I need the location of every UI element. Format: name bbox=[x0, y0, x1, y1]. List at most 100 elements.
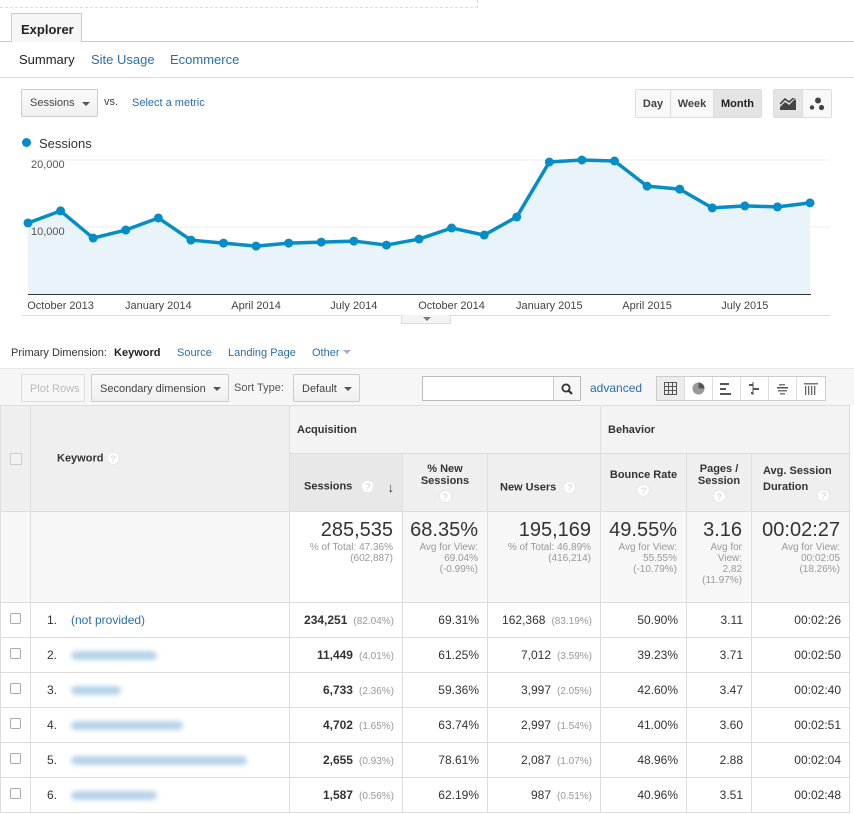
data-point[interactable] bbox=[316, 237, 326, 247]
row-index: 1. bbox=[47, 613, 58, 627]
day-button[interactable]: Day bbox=[636, 90, 671, 117]
tab-explorer[interactable]: Explorer bbox=[11, 13, 82, 42]
help-icon[interactable]: ? bbox=[817, 488, 831, 502]
keyword-cell: 2. bbox=[30, 637, 290, 673]
primary-dimension-other[interactable]: Other bbox=[312, 347, 351, 359]
primary-dimension-landing-page[interactable]: Landing Page bbox=[228, 347, 296, 359]
row-select-cell bbox=[0, 672, 31, 708]
row-checkbox[interactable] bbox=[10, 788, 21, 799]
subtab-bar: Summary Site Usage Ecommerce bbox=[0, 42, 854, 78]
line-chart-button[interactable] bbox=[774, 90, 803, 117]
secondary-dimension-dropdown[interactable]: Secondary dimension bbox=[91, 374, 229, 402]
data-point[interactable] bbox=[381, 240, 391, 250]
sessions-header[interactable]: Sessions ? ↓ bbox=[289, 453, 403, 512]
sort-type-dropdown[interactable]: Default bbox=[293, 374, 360, 402]
chart-collapse-toggle[interactable] bbox=[401, 315, 451, 324]
keyword-link[interactable]: (not provided) bbox=[71, 613, 145, 627]
new-users-header[interactable]: New Users ? bbox=[486, 453, 602, 512]
data-point[interactable] bbox=[675, 184, 685, 194]
help-icon[interactable]: ? bbox=[106, 452, 120, 465]
duration-cell: 00:02:48 bbox=[751, 777, 851, 813]
total-new-users: 195,169 % of Total: 46.89% (416,214) bbox=[486, 511, 602, 603]
row-checkbox[interactable] bbox=[10, 753, 21, 764]
data-point[interactable] bbox=[414, 234, 424, 244]
row-checkbox[interactable] bbox=[10, 613, 21, 624]
week-button[interactable]: Week bbox=[671, 90, 714, 117]
new-users-cell: 2,997 (1.54%) bbox=[486, 707, 602, 743]
bounce-cell: 50.90% bbox=[600, 602, 688, 638]
primary-dimension-source[interactable]: Source bbox=[177, 347, 212, 359]
row-index: 6. bbox=[47, 788, 58, 802]
data-point[interactable] bbox=[772, 202, 782, 212]
row-checkbox[interactable] bbox=[10, 718, 21, 729]
data-point[interactable] bbox=[121, 225, 131, 235]
table-search-input[interactable] bbox=[422, 376, 581, 401]
data-point[interactable] bbox=[284, 238, 294, 248]
performance-view-icon bbox=[720, 382, 731, 395]
data-point[interactable] bbox=[577, 155, 587, 165]
sessions-pct: (0.56%) bbox=[358, 791, 394, 802]
help-icon[interactable]: ? bbox=[712, 489, 726, 503]
data-point[interactable] bbox=[88, 233, 98, 243]
data-point[interactable] bbox=[512, 212, 522, 222]
pages-session-header[interactable]: Pages / Session? bbox=[686, 453, 753, 512]
new-users-pct: (3.59%) bbox=[557, 651, 593, 662]
select-metric-link[interactable]: Select a metric bbox=[132, 97, 205, 109]
data-point[interactable] bbox=[805, 198, 815, 208]
help-icon[interactable]: ? bbox=[637, 484, 651, 497]
help-icon[interactable]: ? bbox=[361, 480, 375, 493]
plot-rows-button[interactable]: Plot Rows bbox=[21, 374, 85, 402]
data-point[interactable] bbox=[544, 157, 554, 167]
keyword-link-redacted[interactable] bbox=[71, 651, 157, 661]
acquisition-group-header: Acquisition bbox=[288, 405, 602, 454]
table-view-button[interactable] bbox=[657, 377, 685, 400]
subtab-summary[interactable]: Summary bbox=[19, 52, 75, 67]
help-icon[interactable]: ? bbox=[563, 481, 577, 494]
keyword-header[interactable]: Keyword ? bbox=[30, 405, 290, 512]
pct-new-sessions-header[interactable]: % New Sessions? bbox=[402, 453, 488, 512]
avg-duration-header[interactable]: Avg. Session Duration ? bbox=[751, 453, 851, 512]
bounce-rate-header[interactable]: Bounce Rate? bbox=[600, 453, 688, 512]
data-point[interactable] bbox=[740, 201, 750, 211]
help-icon[interactable]: ? bbox=[438, 489, 452, 503]
performance-view-button[interactable] bbox=[713, 377, 741, 400]
comparison-view-button[interactable] bbox=[741, 377, 769, 400]
keyword-link-redacted[interactable] bbox=[71, 756, 247, 766]
metric-dropdown[interactable]: Sessions bbox=[21, 89, 98, 117]
data-point[interactable] bbox=[447, 223, 457, 233]
keyword-link-redacted[interactable] bbox=[71, 721, 183, 731]
top-placeholder-frame bbox=[0, 0, 478, 8]
data-point[interactable] bbox=[610, 156, 619, 166]
data-point[interactable] bbox=[642, 181, 652, 191]
pages-cell: 3.71 bbox=[686, 637, 753, 673]
keyword-link-redacted[interactable] bbox=[71, 686, 121, 696]
subtab-site-usage[interactable]: Site Usage bbox=[91, 52, 155, 67]
data-point[interactable] bbox=[479, 230, 489, 240]
select-all-checkbox[interactable] bbox=[9, 453, 22, 465]
pie-view-button[interactable] bbox=[685, 377, 713, 400]
data-point[interactable] bbox=[186, 235, 196, 245]
month-button[interactable]: Month bbox=[714, 90, 761, 117]
data-point[interactable] bbox=[251, 241, 261, 251]
pivot-view-button[interactable] bbox=[797, 377, 825, 400]
data-point[interactable] bbox=[707, 203, 717, 213]
row-index: 5. bbox=[47, 753, 58, 767]
x-tick-label: January 2015 bbox=[516, 300, 583, 312]
x-tick-label: July 2014 bbox=[330, 300, 377, 312]
advanced-filter-link[interactable]: advanced bbox=[590, 381, 642, 395]
term-cloud-view-button[interactable] bbox=[769, 377, 797, 400]
keyword-link-redacted[interactable] bbox=[71, 791, 157, 801]
row-checkbox[interactable] bbox=[10, 683, 21, 694]
motion-chart-button[interactable] bbox=[803, 90, 831, 117]
data-point[interactable] bbox=[56, 206, 66, 216]
search-button[interactable] bbox=[553, 377, 580, 400]
row-select-cell bbox=[0, 777, 31, 813]
row-checkbox[interactable] bbox=[10, 648, 21, 659]
pct-new-cell: 78.61% bbox=[402, 742, 488, 778]
data-point[interactable] bbox=[349, 236, 359, 246]
data-point[interactable] bbox=[219, 238, 228, 248]
data-point[interactable] bbox=[153, 213, 163, 223]
x-tick-label: July 2015 bbox=[721, 300, 768, 312]
subtab-ecommerce[interactable]: Ecommerce bbox=[170, 52, 239, 67]
y-tick-label: 20,000 bbox=[31, 159, 65, 171]
